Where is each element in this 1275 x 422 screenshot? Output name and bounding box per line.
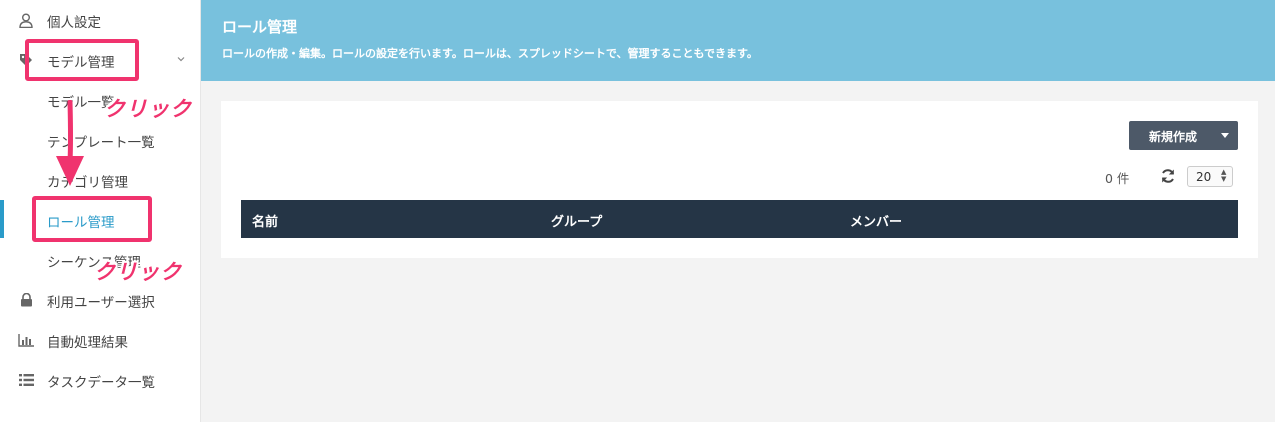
annotation-click-2: クリック — [94, 260, 182, 284]
new-create-label: 新規作成 — [1149, 130, 1198, 144]
column-header-members[interactable]: メンバー — [850, 211, 902, 230]
page-description: ロールの作成・編集。ロールの設定を行います。ロールは、スプレッドシートで、管理す… — [222, 47, 758, 60]
user-icon — [18, 12, 34, 28]
column-header-group[interactable]: グループ — [551, 211, 602, 230]
page-header: ロール管理 ロールの作成・編集。ロールの設定を行います。ロールは、スプレッドシー… — [201, 0, 1275, 81]
page-title: ロール管理 — [222, 18, 298, 36]
sidebar-item-task-data-list[interactable]: タスクデータ一覧 — [0, 360, 200, 400]
sidebar-item-user-selection[interactable]: 利用ユーザー選択 — [0, 280, 200, 320]
refresh-icon[interactable] — [1160, 168, 1176, 184]
per-page-value: 20 — [1196, 170, 1212, 184]
sidebar-item-label: 個人設定 — [47, 15, 101, 31]
new-create-button[interactable]: 新規作成 — [1129, 121, 1238, 150]
stepper-arrows-icon: ▲ ▼ — [1221, 168, 1227, 183]
highlight-box-role-management — [32, 196, 152, 242]
sidebar-item-label: タスクデータ一覧 — [47, 375, 155, 391]
list-icon — [18, 372, 34, 388]
sidebar-item-category-management[interactable]: カテゴリ管理 — [0, 160, 200, 200]
sidebar-item-template-list[interactable]: テンプレート一覧 — [0, 120, 200, 160]
table-header: 名前 グループ メンバー — [241, 200, 1238, 238]
caret-down-icon[interactable] — [1221, 133, 1229, 138]
per-page-select[interactable]: 20 ▲ ▼ — [1187, 166, 1233, 187]
sidebar-item-personal-settings[interactable]: 個人設定 — [0, 0, 200, 40]
highlight-box-model-management — [25, 39, 139, 81]
column-header-name[interactable]: 名前 — [252, 211, 278, 230]
arrow-down-icon — [56, 100, 84, 186]
sidebar-item-automation-results[interactable]: 自動処理結果 — [0, 320, 200, 360]
bar-chart-icon — [18, 332, 34, 348]
role-list-panel: 新規作成 0 件 20 ▲ ▼ 名前 グループ メンバー — [221, 101, 1258, 258]
chevron-down-icon — [176, 54, 186, 64]
sidebar-item-label: 利用ユーザー選択 — [47, 295, 155, 311]
lock-icon — [18, 292, 34, 308]
annotation-click-1: クリック — [104, 97, 192, 121]
sidebar-item-label: 自動処理結果 — [47, 335, 128, 351]
record-count: 0 件 — [1105, 171, 1130, 186]
